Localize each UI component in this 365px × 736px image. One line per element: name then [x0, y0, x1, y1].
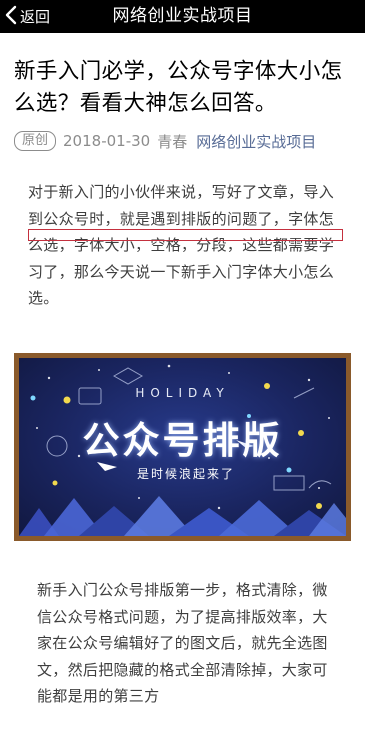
- banner-headline: 公众号排版: [82, 419, 283, 462]
- author-name: 青春: [157, 132, 188, 151]
- banner-top-text: HOLIDAY: [135, 386, 230, 400]
- cover-banner-image: HOLIDAY 公众号排版 是时候浪起来了: [14, 353, 351, 541]
- banner-subtext: 是时候浪起来了: [137, 467, 236, 481]
- article-meta: 原创 2018-01-30 青春 网络创业实战项目: [14, 130, 359, 152]
- back-label: 返回: [20, 8, 51, 26]
- article-title: 新手入门必学，公众号字体大小怎么选？看看大神怎么回答。: [14, 59, 343, 116]
- intro-paragraph: 对于新入门的小伙伴来说，写好了文章，导入到公众号时，就是遇到排版的问题了，字体怎…: [28, 183, 335, 307]
- chalkboard: HOLIDAY 公众号排版 是时候浪起来了: [19, 358, 346, 536]
- back-button[interactable]: 返回: [4, 0, 50, 33]
- original-badge: 原创: [14, 131, 57, 151]
- body-paragraph: 新手入门公众号排版第一步，格式清除，微信公众号格式问题，为了提高排版效率，大家在…: [37, 581, 328, 705]
- red-highlight-box: [28, 229, 343, 241]
- chevron-left-icon: [4, 5, 18, 29]
- account-link[interactable]: 网络创业实战项目: [196, 131, 316, 152]
- top-nav-bar: 返回 网络创业实战项目: [0, 0, 365, 33]
- publish-date: 2018-01-30: [63, 132, 151, 150]
- nav-title: 网络创业实战项目: [112, 6, 253, 26]
